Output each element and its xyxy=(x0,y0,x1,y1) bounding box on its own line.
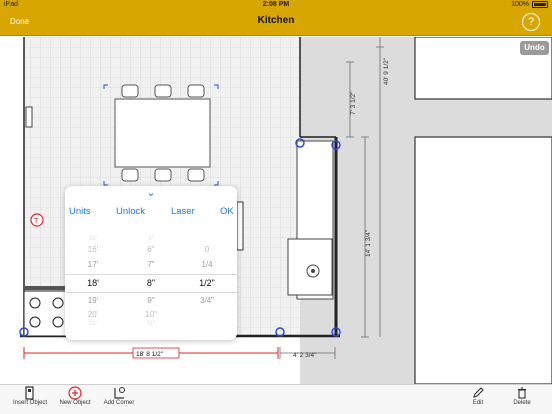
add-circle-icon xyxy=(68,386,82,400)
stove xyxy=(23,290,71,337)
dining-table xyxy=(114,84,211,182)
insert-object-icon xyxy=(25,386,34,400)
insert-object-label: Insert Object xyxy=(12,400,47,406)
wheel-item-selected[interactable]: 1/2" xyxy=(187,278,227,288)
wheel-item[interactable]: 20' xyxy=(73,310,113,319)
wheel-item[interactable]: 11" xyxy=(131,321,171,327)
collapse-chevron-icon[interactable]: ⌄ xyxy=(65,186,237,199)
unlock-button[interactable]: Unlock xyxy=(116,206,145,217)
dim-label-right: 14' 1 3/4" xyxy=(365,229,372,257)
battery-percent: 100% xyxy=(511,1,529,8)
undo-button[interactable]: Undo xyxy=(520,41,549,55)
battery-area: 100% xyxy=(511,1,548,8)
wheel-item[interactable]: 0 xyxy=(187,245,227,254)
measurement-picker[interactable]: ⌄ Units Unlock Laser OK 15' 16' 17' 18' … xyxy=(65,186,237,340)
add-corner-label: Add Corner xyxy=(103,400,135,406)
insert-object-button[interactable]: Insert Object xyxy=(12,386,48,406)
wheel-item[interactable]: 10" xyxy=(131,310,171,319)
add-corner-icon xyxy=(114,387,125,399)
delete-button[interactable]: Delete xyxy=(508,386,536,406)
new-object-label: New Object xyxy=(59,400,91,406)
add-corner-button[interactable]: Add Corner xyxy=(101,386,137,406)
battery-icon xyxy=(532,1,548,8)
trash-icon xyxy=(518,387,526,399)
ok-button[interactable]: OK xyxy=(220,206,234,217)
status-bar: iPad 2:08 PM 100% xyxy=(0,0,552,10)
dim-label-room: 40' 9 1/2" xyxy=(383,57,390,85)
help-button[interactable]: ? xyxy=(522,13,540,31)
dim-label-upper: 7' 3 1/2" xyxy=(350,91,357,115)
adjacent-room-bottom xyxy=(414,136,552,384)
units-button[interactable]: Units xyxy=(69,206,91,217)
bottom-toolbar: Insert Object New Object Add Corner Edit… xyxy=(0,384,552,414)
dim-label-bottom-right: 4' 2 3/4" xyxy=(293,352,317,359)
dim-label-selected[interactable]: 18' 8 1/2" xyxy=(136,351,164,358)
delete-label: Delete xyxy=(513,400,531,406)
wheel-item[interactable]: 3/4" xyxy=(187,296,227,305)
wheel-item[interactable]: 17' xyxy=(73,260,113,269)
wheel-item[interactable]: 16' xyxy=(73,245,113,254)
wheel-item[interactable]: 1/4 xyxy=(187,260,227,269)
clock: 2:08 PM xyxy=(262,1,290,8)
laser-button[interactable]: Laser xyxy=(171,206,195,217)
edit-label: Edit xyxy=(472,400,484,406)
wheel-item-selected[interactable]: 8" xyxy=(131,278,171,288)
page-title: Kitchen xyxy=(257,15,295,26)
navigation-bar: Done Kitchen ? xyxy=(0,10,552,36)
wheel-item[interactable]: 21' xyxy=(73,321,113,327)
window-marker xyxy=(25,106,33,128)
wheel-item-selected[interactable]: 18' xyxy=(73,278,113,288)
wheel-item[interactable]: 5" xyxy=(131,236,171,242)
pencil-icon xyxy=(473,387,484,398)
door-marker xyxy=(236,201,244,251)
wheel-item[interactable]: 7" xyxy=(131,260,171,269)
edit-button[interactable]: Edit xyxy=(464,386,492,406)
tap-marker-label: T xyxy=(34,218,39,225)
wheel-item[interactable]: 9" xyxy=(131,296,171,305)
wheel-item[interactable]: 19' xyxy=(73,296,113,305)
new-object-button[interactable]: New Object xyxy=(57,386,93,406)
wheel-item[interactable]: 6" xyxy=(131,245,171,254)
wheel-item[interactable]: 15' xyxy=(73,236,113,242)
